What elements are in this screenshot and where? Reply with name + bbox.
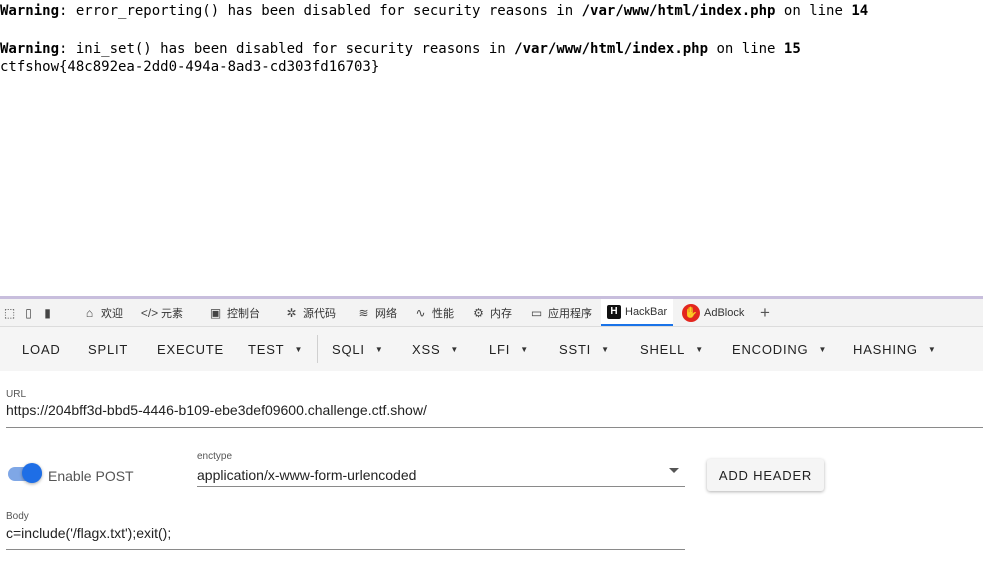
- add-header-label: ADD HEADER: [718, 467, 813, 483]
- tab-hackbar[interactable]: H HackBar: [601, 299, 674, 326]
- tab-label: 源代码: [303, 307, 336, 320]
- performance-icon: ∿: [415, 305, 426, 320]
- application-icon: ▭: [530, 305, 543, 320]
- chevron-down-icon: ▼: [450, 344, 460, 354]
- tab-performance[interactable]: ∿ 性能: [413, 299, 454, 326]
- inspect-icon[interactable]: ⬚: [2, 305, 17, 320]
- test-menu-button[interactable]: TEST ▼: [248, 327, 303, 371]
- memory-chip-icon: ⚙: [473, 305, 484, 320]
- xss-menu-button[interactable]: XSS ▼: [412, 327, 459, 371]
- body-underline: [6, 549, 685, 550]
- warning-message: : error_reporting() has been disabled fo…: [59, 3, 582, 19]
- device-icon[interactable]: ▯: [21, 305, 36, 320]
- tab-application[interactable]: ▭ 应用程序: [529, 299, 592, 326]
- warning-file: /var/www/html/index.php: [514, 41, 709, 57]
- url-label: URL: [6, 389, 27, 400]
- console-icon: ▣: [209, 305, 222, 320]
- lfi-label: LFI: [489, 341, 511, 357]
- hackbar-toolbar: LOAD SPLIT EXECUTE TEST ▼ SQLI ▼ XSS ▼ LFI ▼…: [0, 327, 983, 371]
- tab-label: 控制台: [227, 307, 260, 320]
- url-input[interactable]: https://204bff3d-bbd5-4446-b109-ebe3def0…: [6, 402, 427, 418]
- encoding-menu-button[interactable]: ENCODING ▼: [732, 327, 827, 371]
- sqli-label: SQLI: [332, 341, 365, 357]
- tab-label: 应用程序: [548, 307, 592, 320]
- devtools-panel: ⬚ ▯ ▮ ⌂ 欢迎 </> 元素 ▣ 控制台 ✲ 源代码 ≋ 网络 ∿ 性能: [0, 296, 983, 568]
- body-label: Body: [6, 511, 29, 522]
- enctype-select[interactable]: application/x-www-form-urlencoded: [197, 467, 416, 483]
- chevron-down-icon[interactable]: [669, 468, 679, 473]
- hackbar-logo-icon: H: [607, 304, 621, 319]
- warning-on-line: on line: [708, 41, 784, 57]
- sqli-menu-button[interactable]: SQLI ▼: [332, 327, 384, 371]
- chevron-down-icon: ▼: [294, 344, 304, 354]
- warning-prefix: Warning: [0, 41, 60, 57]
- code-icon: </>: [140, 305, 159, 320]
- warning-message: : ini_set() has been disabled for securi…: [59, 41, 515, 57]
- warning-on-line: on line: [775, 3, 852, 19]
- split-button[interactable]: SPLIT: [88, 327, 128, 371]
- chevron-down-icon: ▼: [520, 344, 529, 354]
- tab-elements[interactable]: </> 元素: [140, 299, 183, 326]
- warning-prefix: Warning: [0, 3, 60, 19]
- warning-line-number: 14: [851, 3, 869, 19]
- warning-line-2: Warning: ini_set() has been disabled for…: [0, 41, 801, 57]
- encoding-label: ENCODING: [732, 341, 809, 357]
- ssti-label: SSTI: [559, 341, 592, 357]
- tab-label: 网络: [375, 307, 397, 320]
- enable-post-label: Enable POST: [48, 468, 134, 484]
- load-label: LOAD: [22, 341, 61, 357]
- device-toggle[interactable]: ⬚ ▯ ▮: [2, 299, 55, 326]
- hashing-menu-button[interactable]: HASHING ▼: [853, 327, 937, 371]
- chevron-down-icon: ▼: [818, 344, 828, 354]
- body-input[interactable]: c=include('/flagx.txt');exit();: [6, 525, 171, 541]
- chevron-down-icon: ▼: [927, 344, 937, 354]
- execute-label: EXECUTE: [157, 341, 225, 357]
- warning-line-1: Warning: error_reporting() has been disa…: [0, 3, 868, 19]
- add-header-button[interactable]: ADD HEADER: [707, 459, 824, 491]
- tab-console[interactable]: ▣ 控制台: [208, 299, 260, 326]
- page-output: Warning: error_reporting() has been disa…: [0, 0, 983, 296]
- bug-icon: ✲: [286, 305, 297, 320]
- chevron-down-icon: ▼: [601, 344, 610, 354]
- hashing-label: HASHING: [853, 341, 918, 357]
- load-button[interactable]: LOAD: [22, 327, 61, 371]
- split-label: SPLIT: [88, 341, 129, 357]
- wifi-icon: ≋: [358, 305, 369, 320]
- chevron-down-icon: ▼: [695, 344, 704, 354]
- xss-label: XSS: [412, 341, 441, 357]
- add-tab-button[interactable]: +: [760, 299, 770, 326]
- warning-file: /var/www/html/index.php: [581, 3, 776, 19]
- tab-sources[interactable]: ✲ 源代码: [284, 299, 336, 326]
- tab-welcome[interactable]: ⌂ 欢迎: [82, 299, 123, 326]
- chevron-down-icon: ▼: [374, 344, 384, 354]
- tab-label: 内存: [490, 307, 512, 320]
- toolbar-divider: [317, 335, 318, 363]
- enctype-label: enctype: [197, 451, 233, 462]
- execute-button[interactable]: EXECUTE: [157, 327, 224, 371]
- tab-label: 欢迎: [101, 307, 123, 320]
- flag-output: ctfshow{48c892ea-2dd0-494a-8ad3-cd303fd1…: [0, 59, 380, 75]
- home-icon: ⌂: [85, 305, 94, 320]
- tab-adblock[interactable]: ✋ AdBlock: [682, 299, 744, 326]
- enable-post-switch-knob[interactable]: [22, 463, 42, 483]
- ssti-menu-button[interactable]: SSTI ▼: [559, 327, 610, 371]
- shell-label: SHELL: [640, 341, 686, 357]
- tab-label: HackBar: [625, 305, 668, 318]
- url-underline: [6, 427, 983, 428]
- test-label: TEST: [248, 341, 285, 357]
- tab-label: 元素: [161, 307, 183, 320]
- tab-network[interactable]: ≋ 网络: [356, 299, 397, 326]
- tab-memory[interactable]: ⚙ 内存: [471, 299, 512, 326]
- tab-label: 性能: [432, 307, 454, 320]
- enctype-underline: [197, 486, 685, 487]
- tab-label: AdBlock: [704, 306, 745, 319]
- shell-menu-button[interactable]: SHELL ▼: [640, 327, 704, 371]
- dock-icon[interactable]: ▮: [40, 305, 55, 320]
- adblock-logo-icon: ✋: [682, 303, 700, 322]
- devtools-tabbar: ⬚ ▯ ▮ ⌂ 欢迎 </> 元素 ▣ 控制台 ✲ 源代码 ≋ 网络 ∿ 性能: [0, 299, 983, 327]
- warning-line-number: 15: [783, 41, 801, 57]
- lfi-menu-button[interactable]: LFI ▼: [489, 327, 529, 371]
